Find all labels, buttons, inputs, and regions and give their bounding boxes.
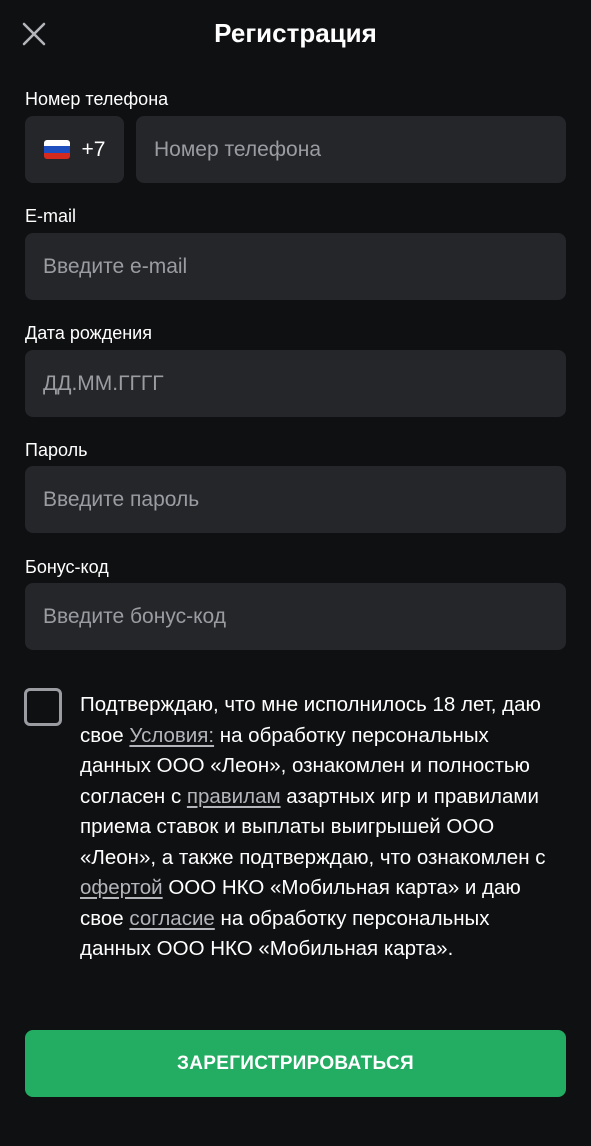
registration-screen: Регистрация Номер телефона +7 E-mail Дат…: [0, 0, 591, 1146]
birth-date-input[interactable]: [25, 350, 566, 417]
password-label: Пароль: [25, 440, 88, 460]
page-title: Регистрация: [214, 18, 377, 48]
consent-text: Подтверждаю, что мне исполнилось 18 лет,…: [80, 690, 560, 965]
consent-link[interactable]: согласие: [129, 907, 214, 930]
bonus-code-field-container: [25, 583, 566, 650]
phone-field-container: [136, 116, 566, 183]
birth-date-field-container: [25, 350, 566, 417]
rules-link[interactable]: правилам: [187, 785, 281, 808]
phone-label: Номер телефона: [25, 89, 169, 109]
terms-link[interactable]: Условия:: [129, 724, 214, 747]
header: Регистрация: [0, 0, 591, 68]
phone-input[interactable]: [136, 116, 566, 183]
email-input[interactable]: [25, 233, 566, 300]
password-input[interactable]: [25, 466, 566, 533]
russia-flag-icon: [43, 140, 70, 159]
email-label: E-mail: [25, 206, 77, 226]
country-code-selector[interactable]: +7: [25, 116, 124, 183]
bonus-code-input[interactable]: [25, 583, 566, 650]
password-field-container: [25, 466, 566, 533]
birth-date-label: Дата рождения: [25, 323, 152, 343]
consent-checkbox[interactable]: [24, 688, 62, 726]
offer-link[interactable]: офертой: [80, 876, 163, 899]
register-button[interactable]: ЗАРЕГИСТРИРОВАТЬСЯ: [25, 1030, 566, 1097]
email-field-container: [25, 233, 566, 300]
dial-code: +7: [81, 137, 106, 161]
bonus-code-label: Бонус-код: [25, 557, 109, 577]
